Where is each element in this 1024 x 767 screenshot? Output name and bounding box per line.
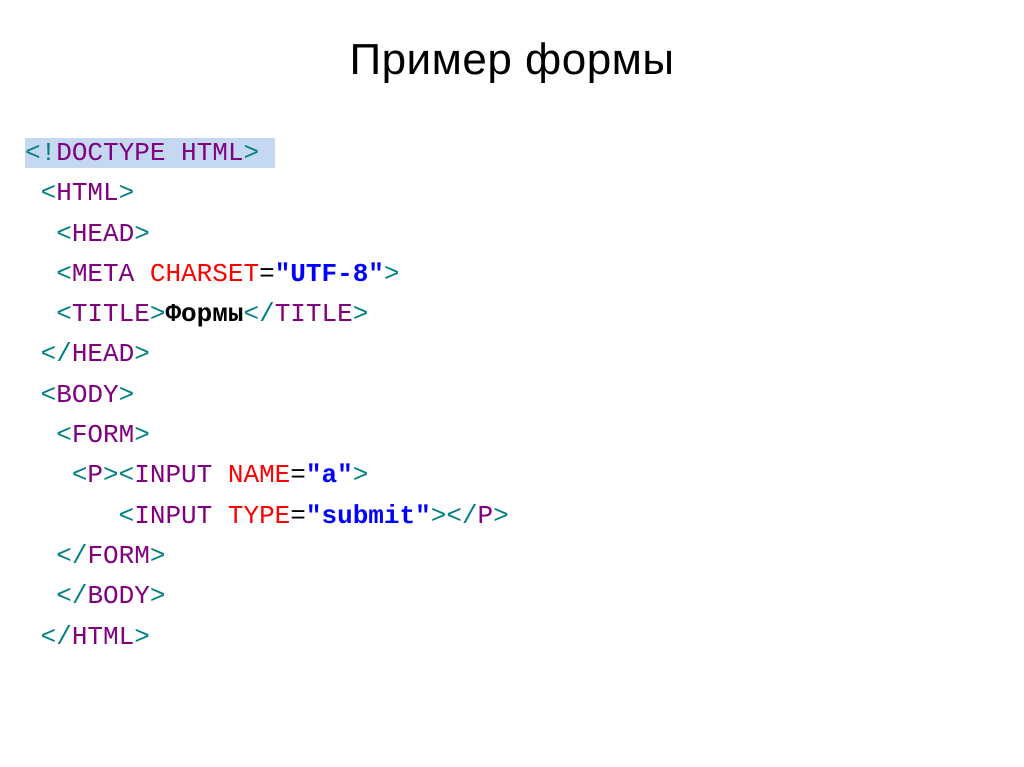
code-block: <!DOCTYPE HTML> <HTML> <HEAD> <META CHAR… (25, 133, 999, 657)
tag-html: HTML (56, 178, 118, 208)
punct: > (150, 581, 166, 611)
tag-title-close: TITLE (275, 299, 353, 329)
space (212, 460, 228, 490)
punct: > (384, 259, 400, 289)
punct: > (119, 380, 135, 410)
punct: > (134, 339, 150, 369)
punct: </ (56, 581, 87, 611)
punct: > (493, 501, 509, 531)
code-line-1: <!DOCTYPE HTML> (25, 138, 275, 168)
punct: < (119, 501, 135, 531)
punct: < (72, 460, 88, 490)
tag-form: FORM (72, 420, 134, 450)
tag-p-close: P (478, 501, 494, 531)
punct: </ (56, 541, 87, 571)
tag-body-close: BODY (87, 581, 149, 611)
doctype: DOCTYPE HTML (56, 138, 243, 168)
code-line-5: <TITLE>Формы</TITLE> (56, 299, 368, 329)
equals: = (290, 460, 306, 490)
title-text: Формы (165, 299, 243, 329)
code-line-12: </BODY> (56, 581, 165, 611)
code-line-11: </FORM> (56, 541, 165, 571)
tag-input: INPUT (134, 501, 212, 531)
punct: </ (243, 299, 274, 329)
slide: Пример формы <!DOCTYPE HTML> <HTML> <HEA… (0, 0, 1024, 767)
tag-title: TITLE (72, 299, 150, 329)
punct: < (56, 219, 72, 249)
val-utf8: "UTF-8" (275, 259, 384, 289)
tag-p: P (87, 460, 103, 490)
punct: > (134, 420, 150, 450)
slide-title: Пример формы (25, 35, 999, 85)
code-line-6: </HEAD> (41, 339, 150, 369)
tag-meta: META (72, 259, 134, 289)
punct: </ (41, 339, 72, 369)
code-line-10: <INPUT TYPE="submit"></P> (119, 501, 509, 531)
attr-type: TYPE (228, 501, 290, 531)
punct: >< (103, 460, 134, 490)
tag-form-close: FORM (87, 541, 149, 571)
tag-html-close: HTML (72, 622, 134, 652)
punct: < (56, 420, 72, 450)
code-line-3: <HEAD> (56, 219, 150, 249)
punct: > (134, 622, 150, 652)
punct: <! (25, 138, 56, 168)
tag-body: BODY (56, 380, 118, 410)
punct: < (56, 259, 72, 289)
space (134, 259, 150, 289)
code-line-9: <P><INPUT NAME="a"> (72, 460, 369, 490)
val-a: "a" (306, 460, 353, 490)
punct: > (150, 299, 166, 329)
punct: > (353, 460, 369, 490)
equals: = (259, 259, 275, 289)
punct: > (134, 219, 150, 249)
punct: < (41, 380, 57, 410)
punct: > (119, 178, 135, 208)
punct: > (150, 541, 166, 571)
val-submit: "submit" (306, 501, 431, 531)
tag-head: HEAD (72, 219, 134, 249)
code-line-13: </HTML> (41, 622, 150, 652)
tag-head-close: HEAD (72, 339, 134, 369)
attr-charset: CHARSET (150, 259, 259, 289)
space (212, 501, 228, 531)
code-line-4: <META CHARSET="UTF-8"> (56, 259, 399, 289)
trailing-space (259, 138, 275, 168)
code-line-7: <BODY> (41, 380, 135, 410)
punct: < (41, 178, 57, 208)
code-line-8: <FORM> (56, 420, 150, 450)
punct: > (243, 138, 259, 168)
punct: ></ (431, 501, 478, 531)
tag-input: INPUT (134, 460, 212, 490)
punct: > (353, 299, 369, 329)
punct: </ (41, 622, 72, 652)
equals: = (290, 501, 306, 531)
punct: < (56, 299, 72, 329)
attr-name: NAME (228, 460, 290, 490)
code-line-2: <HTML> (41, 178, 135, 208)
